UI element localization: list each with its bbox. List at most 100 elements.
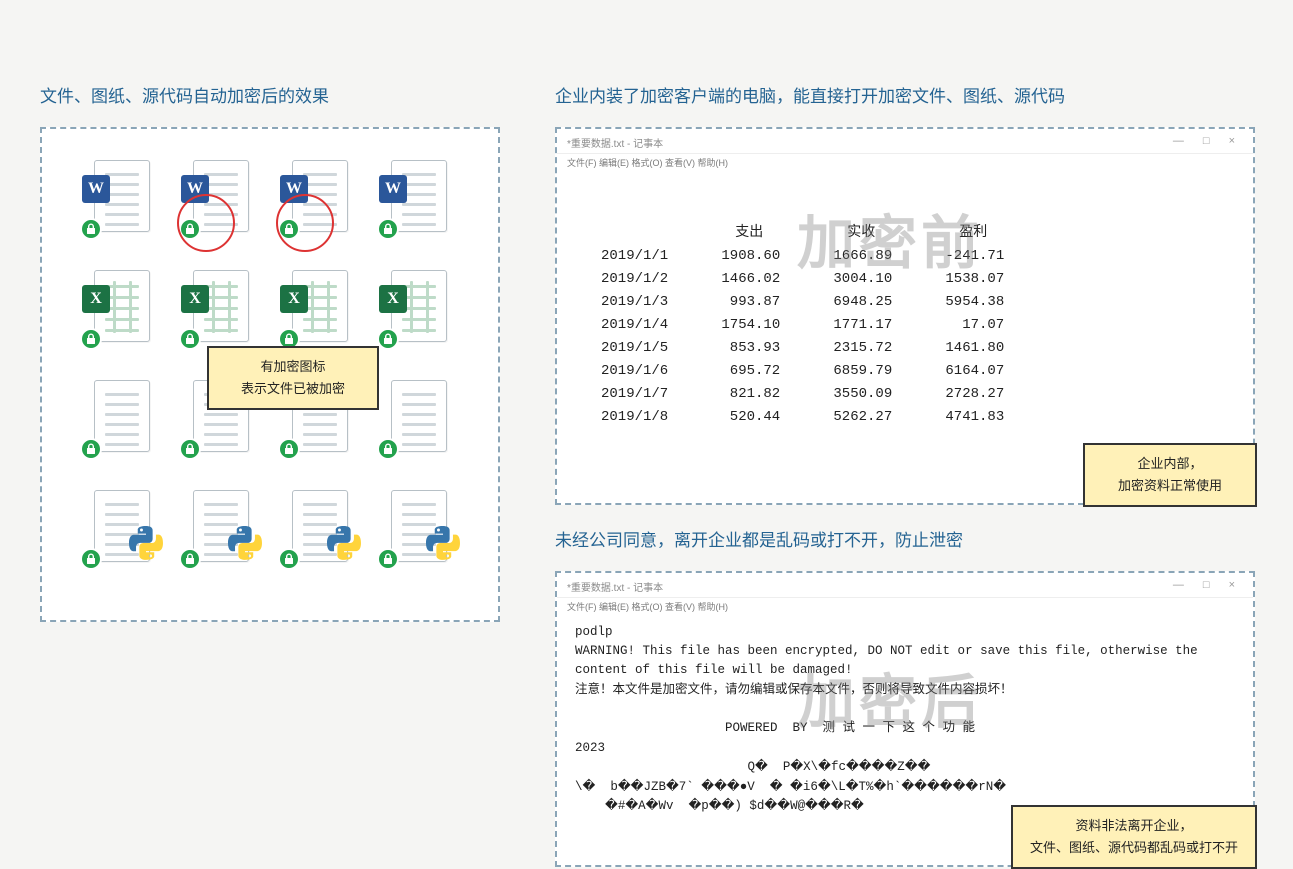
doc-page-icon xyxy=(94,380,150,452)
table-cell: 1908.60 xyxy=(694,246,804,267)
table-cell: 2728.27 xyxy=(918,384,1028,405)
encrypted-file-excel[interactable]: X xyxy=(270,269,369,344)
lock-icon xyxy=(377,438,399,460)
table-cell: 6948.25 xyxy=(806,292,916,313)
encrypted-file-word[interactable]: W xyxy=(369,159,468,234)
table-row: 2019/1/6695.726859.796164.07 xyxy=(577,361,1028,382)
lock-icon xyxy=(80,548,102,570)
excel-badge-icon: X xyxy=(280,285,308,313)
table-cell: -241.71 xyxy=(918,246,1028,267)
lock-icon xyxy=(179,548,201,570)
table-row: 2019/1/8520.445262.274741.83 xyxy=(577,407,1028,428)
table-cell: 2019/1/4 xyxy=(577,315,692,336)
table-header: 盈利 xyxy=(918,223,1028,244)
window-controls[interactable]: — □ × xyxy=(1173,579,1243,594)
encrypted-file-py[interactable] xyxy=(72,489,171,564)
lock-icon xyxy=(377,548,399,570)
watermark-after: 加密后 xyxy=(797,663,983,753)
table-cell: 2315.72 xyxy=(806,338,916,359)
window-title: *重要数据.txt - 记事本 xyxy=(567,135,663,150)
word-badge-icon: W xyxy=(181,175,209,203)
table-header: 实收 xyxy=(806,223,916,244)
notepad-titlebar: *重要数据.txt - 记事本 — □ × xyxy=(557,129,1253,154)
table-cell: 2019/1/5 xyxy=(577,338,692,359)
encrypted-file-word[interactable]: W xyxy=(171,159,270,234)
word-badge-icon: W xyxy=(280,175,308,203)
notepad-titlebar: *重要数据.txt - 记事本 — □ × xyxy=(557,573,1253,598)
right-bottom-section-title: 未经公司同意，离开企业都是乱码或打不开，防止泄密 xyxy=(555,529,1255,553)
table-cell: 3550.09 xyxy=(806,384,916,405)
encrypted-file-excel[interactable]: X xyxy=(72,269,171,344)
table-cell: 993.87 xyxy=(694,292,804,313)
encrypted-file-py[interactable] xyxy=(171,489,270,564)
table-cell: 5262.27 xyxy=(806,407,916,428)
encrypted-file-blank[interactable] xyxy=(72,379,171,454)
encrypted-file-excel[interactable]: X xyxy=(369,269,468,344)
lock-icon xyxy=(80,328,102,350)
lock-icon xyxy=(278,218,300,240)
table-cell: 1666.89 xyxy=(806,246,916,267)
notepad-menubar[interactable]: 文件(F) 编辑(E) 格式(O) 查看(V) 帮助(H) xyxy=(557,154,1253,173)
lock-icon xyxy=(377,218,399,240)
right-top-section-title: 企业内装了加密客户端的电脑，能直接打开加密文件、图纸、源代码 xyxy=(555,85,1255,109)
callout-line: 表示文件已被加密 xyxy=(219,378,367,400)
table-cell: 2019/1/1 xyxy=(577,246,692,267)
encrypted-file-py[interactable] xyxy=(270,489,369,564)
table-cell: 6859.79 xyxy=(806,361,916,382)
table-cell: 2019/1/2 xyxy=(577,269,692,290)
lock-icon xyxy=(377,328,399,350)
table-cell: 1466.02 xyxy=(694,269,804,290)
table-cell: 1771.17 xyxy=(806,315,916,336)
table-cell: 1754.10 xyxy=(694,315,804,336)
window-title: *重要数据.txt - 记事本 xyxy=(567,579,663,594)
notepad-before-panel: *重要数据.txt - 记事本 — □ × 文件(F) 编辑(E) 格式(O) … xyxy=(555,127,1255,505)
lock-icon xyxy=(179,328,201,350)
lock-icon xyxy=(278,438,300,460)
table-cell: 5954.38 xyxy=(918,292,1028,313)
encrypted-file-excel[interactable]: X xyxy=(171,269,270,344)
lock-icon xyxy=(179,438,201,460)
table-row: 2019/1/7821.823550.092728.27 xyxy=(577,384,1028,405)
lock-icon xyxy=(80,438,102,460)
table-row: 2019/1/3993.876948.255954.38 xyxy=(577,292,1028,313)
table-cell: 2019/1/6 xyxy=(577,361,692,382)
table-cell: 1538.07 xyxy=(918,269,1028,290)
data-table: 支出实收盈利 2019/1/11908.601666.89-241.712019… xyxy=(575,221,1030,430)
window-controls[interactable]: — □ × xyxy=(1173,135,1243,150)
table-cell: 853.93 xyxy=(694,338,804,359)
callout-before: 企业内部， 加密资料正常使用 xyxy=(1083,443,1257,507)
table-row: 2019/1/41754.101771.1717.07 xyxy=(577,315,1028,336)
lock-icon xyxy=(278,548,300,570)
callout-line: 企业内部， xyxy=(1095,453,1245,475)
table-header: 支出 xyxy=(694,223,804,244)
python-icon xyxy=(129,526,163,560)
table-row: 2019/1/5853.932315.721461.80 xyxy=(577,338,1028,359)
table-cell: 2019/1/7 xyxy=(577,384,692,405)
table-cell: 520.44 xyxy=(694,407,804,428)
python-icon xyxy=(228,526,262,560)
encrypted-callout: 有加密图标 表示文件已被加密 xyxy=(207,346,379,410)
left-section-title: 文件、图纸、源代码自动加密后的效果 xyxy=(40,85,500,109)
notepad-after-panel: *重要数据.txt - 记事本 — □ × 文件(F) 编辑(E) 格式(O) … xyxy=(555,571,1255,868)
excel-badge-icon: X xyxy=(82,285,110,313)
encrypted-file-word[interactable]: W xyxy=(72,159,171,234)
callout-line: 资料非法离开企业， xyxy=(1023,815,1245,837)
encrypted-file-py[interactable] xyxy=(369,489,468,564)
table-cell: 1461.80 xyxy=(918,338,1028,359)
encrypted-file-word[interactable]: W xyxy=(270,159,369,234)
table-cell: 3004.10 xyxy=(806,269,916,290)
python-icon xyxy=(327,526,361,560)
encrypted-files-panel: WWWWXXXX 有加密图标 表示文件已被加密 xyxy=(40,127,500,622)
python-icon xyxy=(426,526,460,560)
encrypted-file-blank[interactable] xyxy=(369,379,468,454)
table-cell: 17.07 xyxy=(918,315,1028,336)
table-cell: 6164.07 xyxy=(918,361,1028,382)
doc-page-icon xyxy=(391,380,447,452)
table-cell: 2019/1/8 xyxy=(577,407,692,428)
table-row: 2019/1/21466.023004.101538.07 xyxy=(577,269,1028,290)
table-cell: 695.72 xyxy=(694,361,804,382)
table-cell: 2019/1/3 xyxy=(577,292,692,313)
table-cell: 821.82 xyxy=(694,384,804,405)
notepad-menubar[interactable]: 文件(F) 编辑(E) 格式(O) 查看(V) 帮助(H) xyxy=(557,598,1253,617)
lock-icon xyxy=(80,218,102,240)
